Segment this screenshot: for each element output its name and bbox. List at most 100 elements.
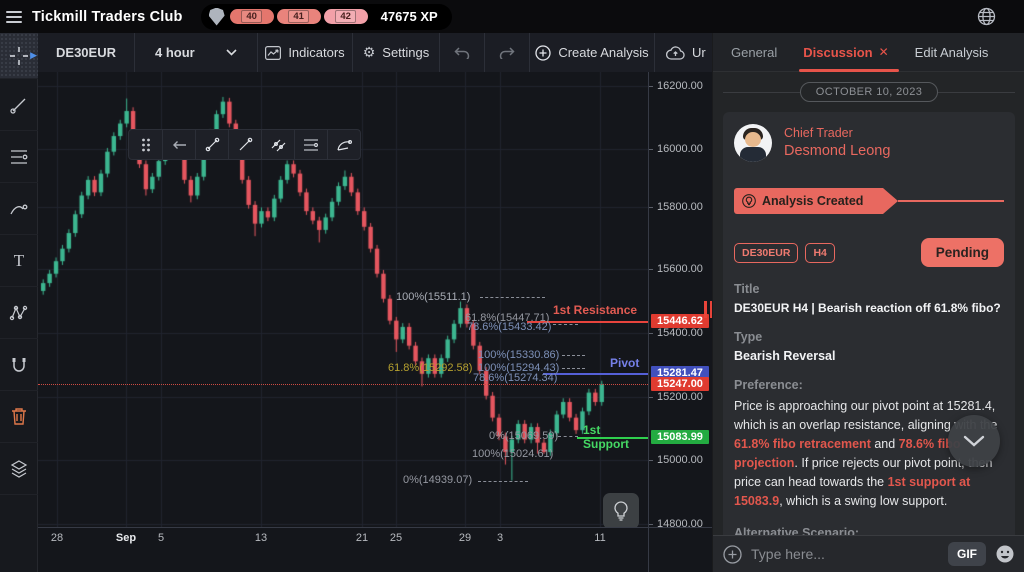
tab-general[interactable]: General [731,33,777,72]
timeframe-select[interactable]: 4 hour [135,33,258,72]
timeframe-value: 4 hour [155,45,195,60]
idea-lightbulb-button[interactable] [603,493,639,527]
symbol-button[interactable]: DE30EUR [38,33,135,72]
tool-fib-retracement[interactable] [0,131,38,183]
tool-xabcd-pattern[interactable] [0,287,38,339]
tab-edit-analysis[interactable]: Edit Analysis [915,33,989,72]
upload-label: Ur [692,45,706,60]
panel-resize-handle[interactable] [704,301,712,318]
date-pill: OCTOBER 10, 2023 [799,82,939,102]
settings-button[interactable]: ⚙ Settings [353,33,440,72]
price-axis-label: 15600.00 [657,263,703,275]
support-label: 1st Support [583,423,629,451]
author-row: Chief Trader Desmond Leong [734,124,1004,162]
level-segment: 42 [323,9,368,24]
curve-tool-icon[interactable] [327,130,360,159]
message-input-bar: GIF [713,535,1024,572]
price-chip: 15247.00 [651,377,709,391]
ray-line-tool-icon[interactable] [228,130,261,159]
redo-button[interactable] [485,33,530,72]
fib-dash-line [553,324,578,325]
chart-plot[interactable]: 1st Resistance Pivot 1st Support 100%(15511… [38,72,648,527]
fib-tool-icon[interactable] [294,130,327,159]
fib-dash-line [562,355,585,356]
tool-crosshair[interactable]: ▶ [0,33,38,79]
emoji-icon[interactable] [995,544,1015,564]
level-segments: 40 41 42 [229,9,368,24]
price-chip: 15083.99 [651,430,709,444]
alt-scenario-label: Alternative Scenario: [734,526,860,535]
preference-label: Preference: [734,378,803,392]
time-axis-label: Sep [115,532,137,544]
xp-progress-pill[interactable]: 40 41 42 47675 XP [200,3,452,30]
drag-handle-icon[interactable] [129,130,162,159]
level-segment: 40 [229,9,274,24]
indicators-icon [265,45,282,60]
chevron-down-icon [226,49,237,56]
tool-delete[interactable] [0,391,38,443]
floating-draw-toolbar [128,129,361,160]
avatar [734,124,772,162]
fib-level-label[interactable]: 78.6%(15433.42) [467,321,551,333]
chart-area: 1st Resistance Pivot 1st Support 100%(15511… [38,72,712,572]
pending-button[interactable]: Pending [920,238,1004,267]
tool-trend-line[interactable] [0,79,38,131]
tool-expand-arrow[interactable]: ▶ [30,50,37,61]
price-chip: 15446.62 [651,314,709,328]
time-axis-label: 13 [254,532,268,544]
indicators-button[interactable]: Indicators [258,33,353,72]
plus-circle-icon [535,44,551,61]
parallel-channel-tool-icon[interactable] [261,130,294,159]
scroll-down-button[interactable] [948,415,1000,467]
tool-text[interactable]: T [0,235,38,287]
fib-level-label[interactable]: 100%(15024.61) [472,448,553,460]
price-axis-label: 15000.00 [657,454,703,466]
drawing-tools-sidebar: ▶ T [0,33,38,572]
chart-toolbar: DE30EUR 4 hour Indicators ⚙ Settings Cre… [38,33,712,72]
undo-button[interactable] [440,33,485,72]
gif-button[interactable]: GIF [948,542,986,566]
price-axis[interactable]: 16200.00 16000.00 15800.00 15600.00 15400.00… [648,72,712,572]
attach-plus-icon[interactable] [723,544,742,564]
tool-brush[interactable] [0,183,38,235]
title-label: Title [734,282,760,296]
trend-line-tool-icon[interactable] [195,130,228,159]
price-axis-label: 16000.00 [657,143,703,155]
app-root: Tickmill Traders Club 40 41 42 47675 XP ▶ … [0,0,1024,572]
fib-level-label[interactable]: 61.8%(15292.58) [388,362,472,374]
fib-dash-line [478,481,528,482]
tab-discussion[interactable]: Discussion ✕ [799,33,900,72]
analysis-created-ribbon: Analysis Created [734,188,898,214]
language-globe-icon[interactable] [977,7,996,26]
title-value: DE30EUR H4 | Bearish reaction off 61.8% … [734,301,1001,315]
message-input[interactable] [751,546,939,562]
lightbulb-icon [742,194,756,208]
upload-button[interactable]: Ur [655,33,712,72]
time-axis-label: 25 [389,532,403,544]
time-axis-label: 28 [50,532,64,544]
ribbon-label: Analysis Created [762,194,864,208]
time-axis[interactable]: 28 Sep 5 13 21 25 29 3 11 [38,527,712,547]
create-analysis-button[interactable]: Create Analysis [530,33,655,72]
menu-icon[interactable] [6,10,22,23]
fib-level-label[interactable]: 0%(14939.07) [403,474,472,486]
fib-level-label[interactable]: 100%(15330.86) [478,349,559,361]
fib-dash-line [562,368,585,369]
top-bar: Tickmill Traders Club 40 41 42 47675 XP [0,0,1024,33]
fib-level-label[interactable]: 100%(15511.1) [396,291,470,303]
analysis-card: Chief Trader Desmond Leong Analysis Crea… [723,112,1015,535]
arrow-left-icon[interactable] [162,130,195,159]
app-title: Tickmill Traders Club [32,8,183,25]
create-analysis-label: Create Analysis [558,45,649,60]
tab-close-icon[interactable]: ✕ [879,45,889,59]
tool-object-tree[interactable] [0,443,38,495]
price-axis-label: 16200.00 [657,80,703,92]
price-axis-label: 15400.00 [657,327,703,339]
fib-level-label[interactable]: 0%(15069.59) [489,430,558,442]
fib-level-label[interactable]: 78.6%(15274.34) [473,372,557,384]
ribbon-row: Analysis Created [734,188,1004,214]
tool-magnet[interactable] [0,339,38,391]
date-divider: OCTOBER 10, 2023 [723,82,1015,102]
gear-icon: ⚙ [362,44,376,61]
fib-dash-line [480,297,545,298]
